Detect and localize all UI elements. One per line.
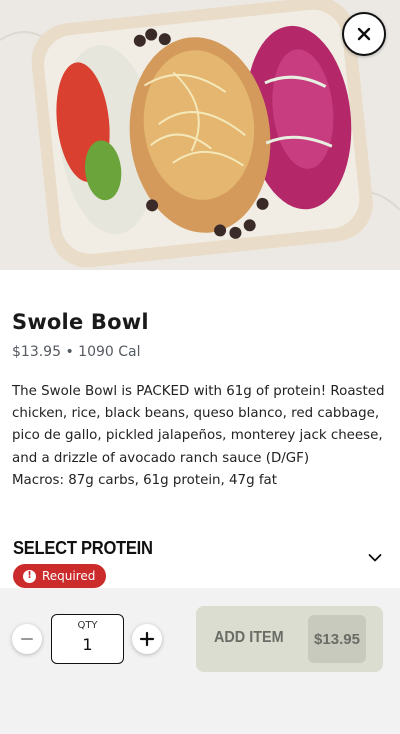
product-calories: 1090 Cal	[78, 344, 141, 360]
description-line: Macros: 87g carbs, 61g protein, 47g fat	[12, 472, 278, 488]
add-item-label: ADD ITEM	[214, 629, 284, 646]
product-details: Swole Bowl $13.95 • 1090 Cal The Swole B…	[0, 270, 400, 588]
quantity-label: QTY	[77, 620, 98, 631]
description-line: and a drizzle of avocado ranch sauce (D/…	[12, 450, 310, 466]
exclamation-icon: !	[23, 569, 36, 583]
close-icon	[357, 27, 371, 41]
description-line: chicken, rice, black beans, queso blanco…	[12, 406, 380, 422]
add-item-button[interactable]: ADD ITEM $13.95	[196, 606, 383, 672]
price-calories: $13.95 • 1090 Cal	[12, 344, 141, 360]
minus-icon	[21, 638, 33, 640]
required-badge: ! Required	[13, 564, 107, 588]
add-item-price: $13.95	[308, 615, 366, 663]
increase-quantity-button[interactable]	[132, 624, 162, 654]
select-protein-heading[interactable]: SELECT PROTEIN	[13, 538, 153, 559]
product-title: Swole Bowl	[12, 310, 149, 334]
decrease-quantity-button[interactable]	[12, 624, 42, 654]
description-line: pico de gallo, pickled jalapeños, monter…	[12, 428, 383, 444]
description-line: The Swole Bowl is PACKED with 61g of pro…	[12, 384, 385, 399]
meta-separator: •	[65, 344, 74, 360]
product-price: $13.95	[12, 344, 61, 360]
product-image	[0, 0, 400, 270]
quantity-value: 1	[82, 635, 93, 654]
quantity-field[interactable]: QTY 1	[51, 614, 124, 664]
plus-icon	[139, 631, 155, 647]
close-button[interactable]	[342, 12, 386, 56]
product-description: The Swole Bowl is PACKED with 61g of pro…	[12, 381, 392, 492]
chevron-down-icon[interactable]	[368, 553, 382, 563]
required-label: Required	[42, 569, 96, 583]
order-bar: QTY 1 ADD ITEM $13.95	[0, 588, 400, 734]
